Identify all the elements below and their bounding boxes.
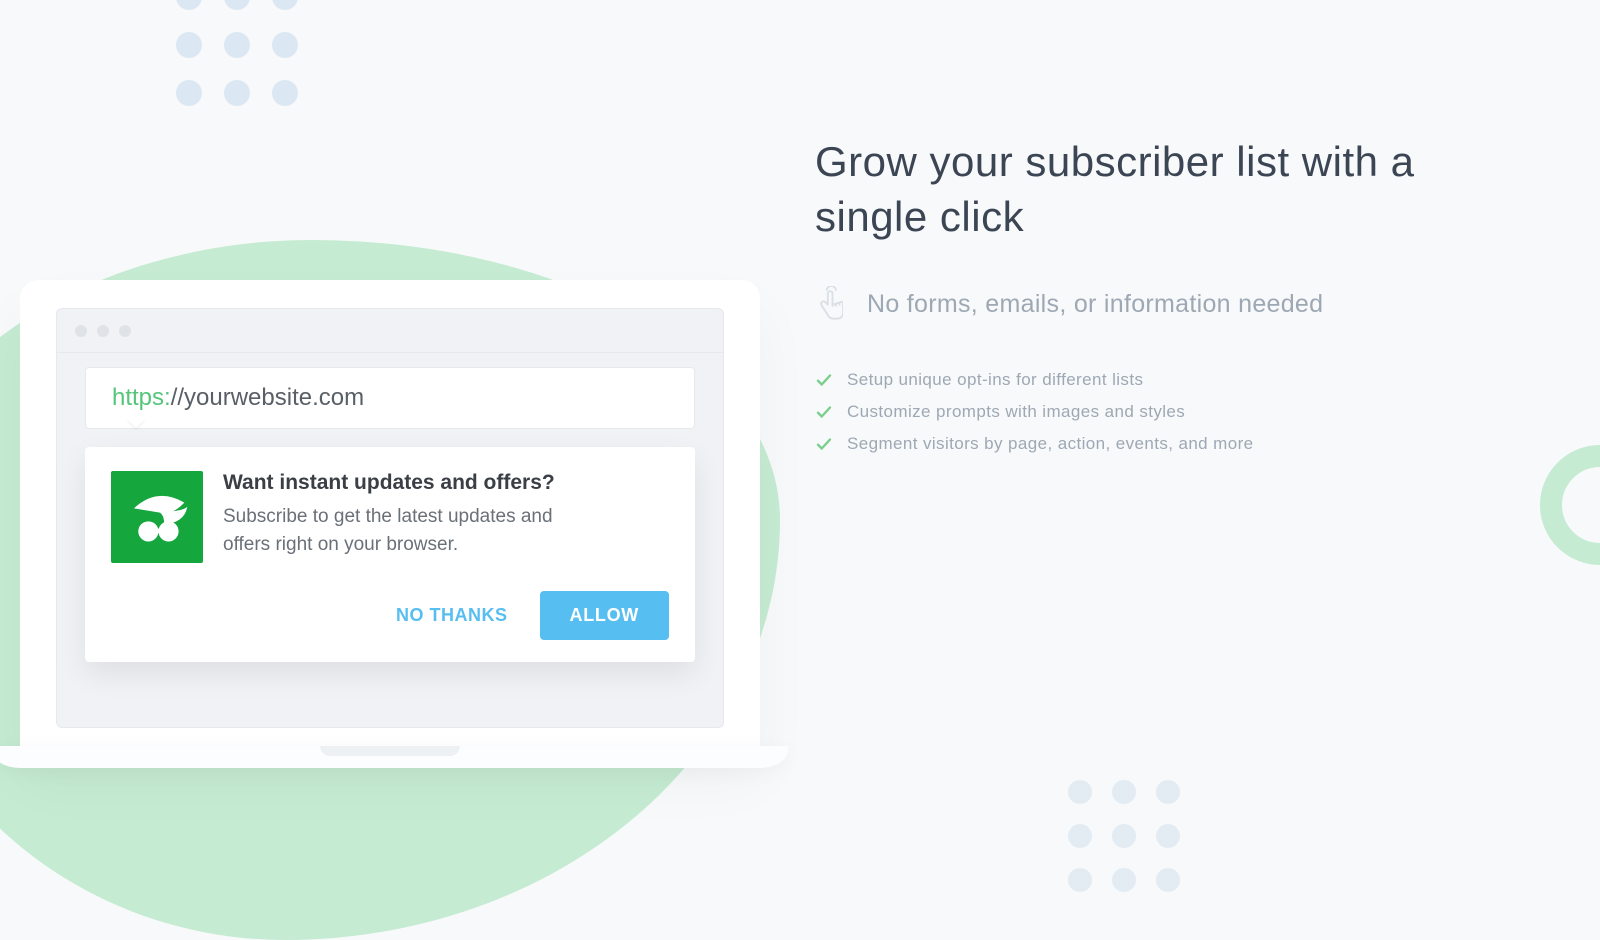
notification-prompt: Want instant updates and offers? Subscri… (85, 447, 695, 662)
prompt-title: Want instant updates and offers? (223, 471, 603, 495)
page-title: Grow your subscriber list with a single … (815, 135, 1455, 244)
feature-text: Segment visitors by page, action, events… (847, 434, 1253, 454)
browser-chrome (57, 309, 723, 353)
site-logo-icon (111, 471, 203, 563)
laptop-mockup: https://yourwebsite.com Want instant upd… (0, 280, 780, 780)
decorative-dots-top (176, 0, 298, 106)
list-item: Setup unique opt-ins for different lists (815, 370, 1455, 390)
window-dot-icon (119, 325, 131, 337)
allow-button[interactable]: ALLOW (540, 591, 669, 640)
check-icon (815, 435, 833, 453)
address-bar[interactable]: https://yourwebsite.com (85, 367, 695, 429)
list-item: Segment visitors by page, action, events… (815, 434, 1455, 454)
feature-text: Customize prompts with images and styles (847, 402, 1185, 422)
list-item: Customize prompts with images and styles (815, 402, 1455, 422)
window-dot-icon (75, 325, 87, 337)
feature-text: Setup unique opt-ins for different lists (847, 370, 1143, 390)
decorative-ring (1540, 445, 1600, 565)
decorative-dots-bottom (1068, 780, 1180, 892)
tap-icon (815, 286, 843, 323)
check-icon (815, 371, 833, 389)
marketing-copy: Grow your subscriber list with a single … (815, 135, 1455, 454)
window-dot-icon (97, 325, 109, 337)
laptop-base (0, 746, 788, 768)
deny-button[interactable]: NO THANKS (374, 595, 530, 636)
feature-list: Setup unique opt-ins for different lists… (815, 370, 1455, 454)
prompt-body: Subscribe to get the latest updates and … (223, 503, 603, 558)
check-icon (815, 403, 833, 421)
subtitle: No forms, emails, or information needed (867, 290, 1323, 319)
url-scheme: https: (112, 384, 171, 412)
url-rest: //yourwebsite.com (171, 384, 364, 412)
browser-window: https://yourwebsite.com Want instant upd… (56, 308, 724, 728)
